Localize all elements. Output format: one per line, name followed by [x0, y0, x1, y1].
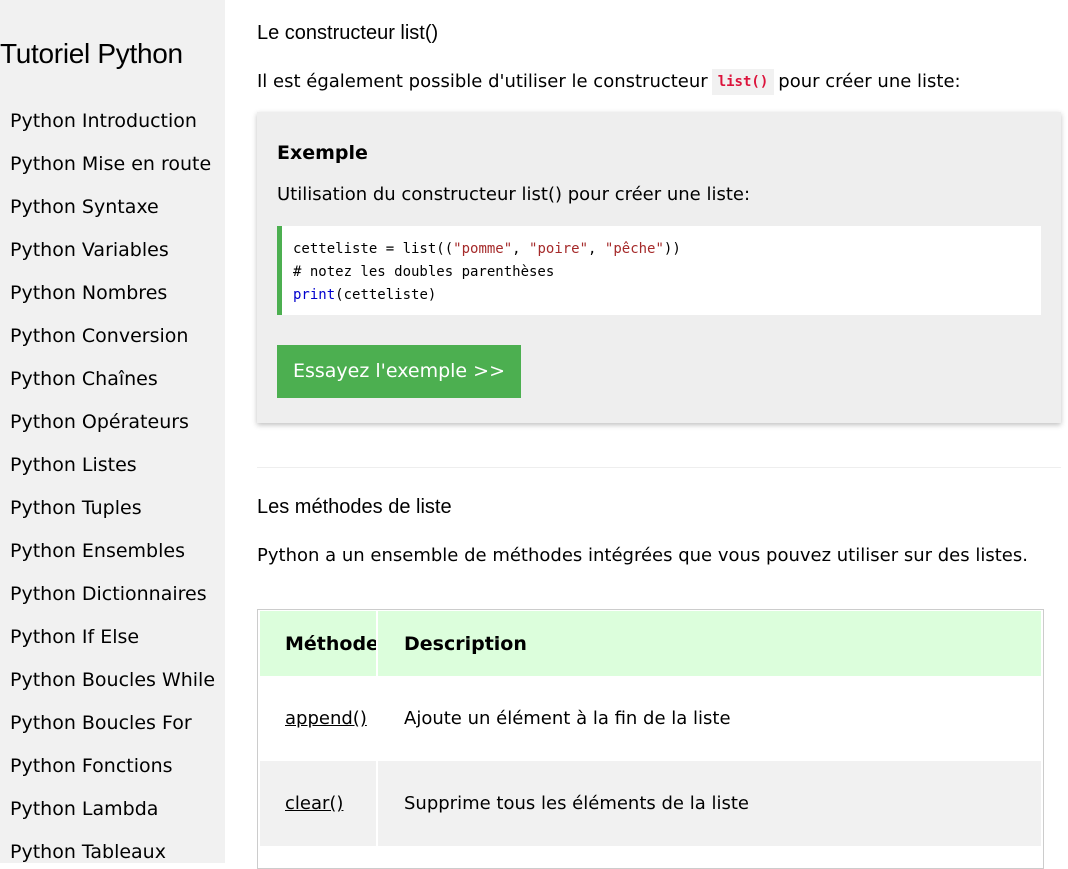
- section-heading-list-methods: Les méthodes de liste: [257, 496, 452, 518]
- table-header-method: Méthode: [260, 611, 378, 676]
- try-example-button[interactable]: Essayez l'exemple >>: [277, 345, 521, 398]
- sidebar-item-mise-en-route[interactable]: Python Mise en route: [0, 145, 225, 188]
- sidebar-item-dictionnaires[interactable]: Python Dictionnaires: [0, 575, 225, 618]
- sidebar-nav: Python Introduction Python Mise en route…: [0, 102, 225, 863]
- method-link-append[interactable]: append(): [285, 708, 367, 729]
- table-header-row: Méthode Description: [260, 611, 1041, 676]
- sidebar-item-operateurs[interactable]: Python Opérateurs: [0, 403, 225, 446]
- code-keyword-print: print: [293, 287, 336, 303]
- sidebar-item-boucles-for[interactable]: Python Boucles For: [0, 704, 225, 747]
- code-comment: # notez les doubles parenthèses: [293, 264, 555, 280]
- sidebar-item-listes[interactable]: Python Listes: [0, 446, 225, 489]
- sidebar-item-tuples[interactable]: Python Tuples: [0, 489, 225, 532]
- code-line3-rest: (cetteliste): [335, 287, 437, 303]
- sidebar-item-ensembles[interactable]: Python Ensembles: [0, 532, 225, 575]
- code-block: cetteliste = list(("pomme", "poire", "pê…: [277, 226, 1041, 315]
- code-string-poire: "poire": [529, 241, 589, 257]
- sidebar-item-boucles-while[interactable]: Python Boucles While: [0, 661, 225, 704]
- code-string-peche: "pêche": [604, 241, 664, 257]
- table-cell-method: clear(): [260, 761, 378, 846]
- sidebar-item-tableaux[interactable]: Python Tableaux: [0, 833, 225, 863]
- code-string-pomme: "pomme": [453, 241, 513, 257]
- table-row: append() Ajoute un élément à la fin de l…: [260, 676, 1041, 761]
- methods-intro-text: Python a un ensemble de méthodes intégré…: [257, 545, 1028, 566]
- sidebar-item-syntaxe[interactable]: Python Syntaxe: [0, 188, 225, 231]
- table-cell-description: Ajoute un élément à la fin de la liste: [404, 708, 731, 729]
- code-sep-2: ,: [588, 241, 605, 257]
- example-description: Utilisation du constructeur list() pour …: [277, 184, 751, 205]
- sidebar-item-variables[interactable]: Python Variables: [0, 231, 225, 274]
- sidebar: Tutoriel Python Python Introduction Pyth…: [0, 0, 225, 863]
- intro-text-before: Il est également possible d'utiliser le …: [257, 71, 708, 92]
- example-heading: Exemple: [277, 142, 368, 164]
- sidebar-item-lambda[interactable]: Python Lambda: [0, 790, 225, 833]
- sidebar-item-conversion[interactable]: Python Conversion: [0, 317, 225, 360]
- section-divider: [257, 467, 1061, 468]
- sidebar-item-nombres[interactable]: Python Nombres: [0, 274, 225, 317]
- method-link-clear[interactable]: clear(): [285, 793, 343, 814]
- sidebar-item-if-else[interactable]: Python If Else: [0, 618, 225, 661]
- code-sep-1: ,: [512, 241, 530, 257]
- table-row: clear() Supprime tous les éléments de la…: [260, 761, 1041, 846]
- methods-table: Méthode Description append() Ajoute un é…: [257, 609, 1044, 869]
- inline-code-list: list(): [711, 69, 775, 95]
- code-line1-start: cetteliste = list((: [293, 241, 454, 257]
- code-line1-end: )): [663, 241, 681, 257]
- sidebar-item-chaines[interactable]: Python Chaînes: [0, 360, 225, 403]
- sidebar-item-introduction[interactable]: Python Introduction: [0, 102, 225, 145]
- section-intro-text: Il est également possible d'utiliser le …: [257, 69, 961, 95]
- example-box: Exemple Utilisation du constructeur list…: [257, 112, 1061, 423]
- table-header-description: Description: [404, 632, 527, 655]
- table-cell-method: append(): [260, 676, 378, 761]
- sidebar-item-fonctions[interactable]: Python Fonctions: [0, 747, 225, 790]
- intro-text-after: pour créer une liste:: [778, 71, 961, 92]
- sidebar-title: Tutoriel Python: [0, 38, 183, 69]
- table-cell-description: Supprime tous les éléments de la liste: [404, 793, 749, 814]
- section-heading-list-constructor: Le constructeur list(): [257, 22, 439, 44]
